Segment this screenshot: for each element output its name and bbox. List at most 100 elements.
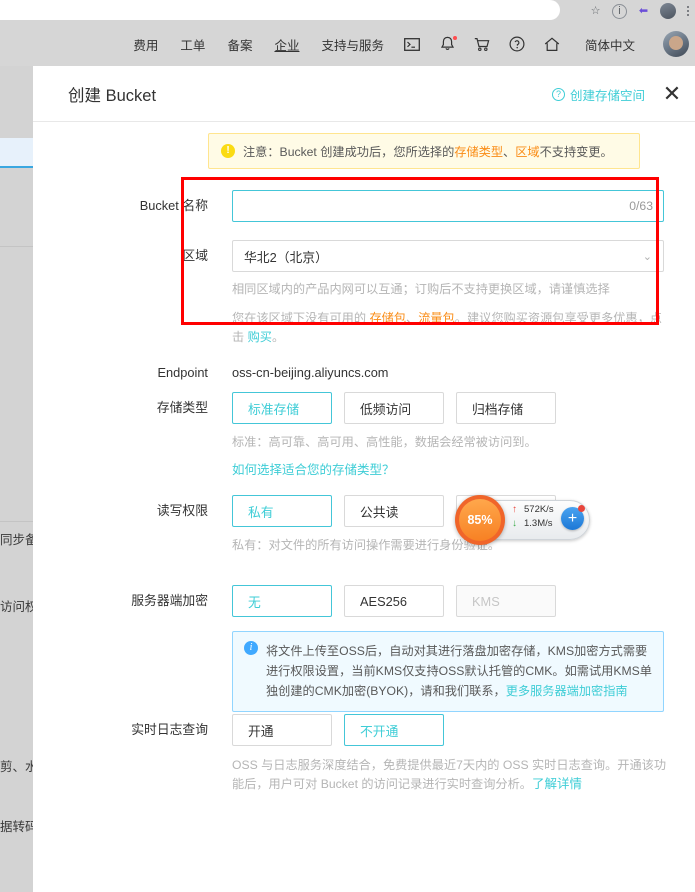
bucket-name-label: Bucket 名称 [139,198,208,213]
bell-icon[interactable] [439,35,457,53]
storage-class-option-standard[interactable]: 标准存储 [232,392,332,424]
bucket-name-counter: 0/63 [629,199,653,213]
sidebar-fragment-2: 访问权 [0,600,33,614]
endpoint-field: oss-cn-beijing.aliyuncs.com [232,360,388,380]
menu-icon[interactable] [685,4,691,19]
browser-icon-group: ☆ i ⬅ [588,0,691,22]
home-icon[interactable] [544,36,561,53]
page-title: 创建 Bucket [68,86,157,105]
storage-class-option-archive[interactable]: 归档存储 [456,392,556,424]
promo-mid: 、 [406,311,419,325]
chevron-down-icon: ⌄ [642,250,652,263]
screen: ☆ i ⬅ 费用 工单 备案 企业 支持与服务 简体中文 同步备 访问权 剪、水… [0,0,695,892]
nav-link-fees[interactable]: 费用 [133,35,158,54]
star-icon[interactable]: ☆ [588,4,603,19]
warning-mid: 、 [503,145,516,159]
close-icon[interactable]: ✕ [661,83,683,105]
storage-class-options: 标准存储 低频访问 归档存储 [232,392,672,424]
region-select[interactable]: 华北2（北京） ⌄ [232,240,664,272]
realtime-log-label: 实时日志查询 [131,722,208,737]
region-hint: 相同区域内的产品内网可以互通；订购后不支持更换区域，请谨慎选择 [232,282,610,296]
warning-suffix: 不支持变更。 [539,145,613,159]
encryption-option-kms: KMS [456,585,556,617]
user-avatar[interactable] [663,31,689,57]
encryption-label: 服务器端加密 [131,593,208,608]
realtime-log-hint: OSS 与日志服务深度结合，免费提供最近7天内的 OSS 实时日志查询。开通该功… [232,756,668,794]
storage-class-label: 存储类型 [156,400,208,415]
warning-icon: ! [221,144,235,158]
upload-arrow-icon: ↑ [512,504,517,515]
warning-em-region: 区域 [515,145,540,159]
warning-banner: ! 注意：Bucket 创建成功后，您所选择的存储类型、区域不支持变更。 [208,133,640,169]
promo-prefix: 您在该区域下没有可用的 [232,311,370,325]
nav-icon-group: 简体中文 [404,31,689,57]
realtime-log-hint-body: OSS 与日志服务深度结合，免费提供最近7天内的 OSS 实时日志查询。开通该功… [232,758,667,791]
acl-options: 私有 公共读 公共读写 [232,495,672,527]
field-row-endpoint: Endpoint oss-cn-beijing.aliyuncs.com [118,360,388,380]
bucket-name-input[interactable]: 0/63 [232,190,664,222]
storage-class-option-ia[interactable]: 低频访问 [344,392,444,424]
nav-link-enterprise[interactable]: 企业 [274,35,299,54]
download-rate-row: ↓ 1.3M/s [511,518,554,530]
extension-icon[interactable]: ⬅ [636,4,651,19]
storage-class-help-link[interactable]: 如何选择适合您的存储类型？ [232,459,395,478]
nav-link-tickets[interactable]: 工单 [180,35,205,54]
acl-hint: 私有：对文件的所有访问操作需要进行身份验证。 [232,538,501,552]
encryption-option-aes256[interactable]: AES256 [344,585,444,617]
profile-avatar[interactable] [660,3,676,19]
promo-buy-link[interactable]: 购买 [248,330,272,344]
download-rate-value: 1.3M/s [524,518,553,529]
nav-link-group: 费用 工单 备案 企业 支持与服务 [133,35,384,54]
plus-glyph: + [567,509,578,527]
info-circle-icon: i [244,641,258,655]
field-row-bucket-name: Bucket 名称 0/63 [118,190,664,222]
download-arrow-icon: ↓ [512,518,517,529]
help-icon[interactable] [509,36,526,53]
encryption-info-text: 将文件上传至OSS后，自动对其进行落盘加密存储，KMS加密方式需要进行权限设置，… [266,641,652,701]
acl-option-public-read[interactable]: 公共读 [344,495,444,527]
cpu-usage-ring[interactable]: 85% [455,495,505,545]
nav-link-icp[interactable]: 备案 [227,35,252,54]
add-button-icon[interactable]: + [561,505,585,530]
sidebar-fragment-1: 同步备 [0,533,33,547]
realtime-log-detail-link[interactable]: 了解详情 [532,777,582,791]
encryption-info-link[interactable]: 更多服务器端加密指南 [506,684,628,698]
acl-option-private[interactable]: 私有 [232,495,332,527]
promo-storage-pack: 存储包 [369,311,407,325]
address-bar[interactable] [0,0,560,20]
encryption-options: 无 AES256 KMS [232,585,664,617]
warning-em-storage-class: 存储类型 [454,145,504,159]
promo-traffic-pack: 流量包 [418,311,455,325]
encryption-info-box: i 将文件上传至OSS后，自动对其进行落盘加密存储，KMS加密方式需要进行权限设… [232,631,664,712]
network-speed-widget[interactable]: ↑ 572K/s ↓ 1.3M/s + 85% [455,495,590,545]
field-row-region: 区域 华北2（北京） ⌄ 相同区域内的产品内网可以互通；订购后不支持更换区域，请… [118,240,672,347]
warning-text: 注意：Bucket 创建成功后，您所选择的存储类型、区域不支持变更。 [243,142,613,160]
speed-rates: ↑ 572K/s ↓ 1.3M/s [511,504,554,530]
realtime-log-option-disable[interactable]: 不开通 [344,714,444,746]
info-icon[interactable]: i [612,3,627,19]
acl-label: 读写权限 [156,503,208,518]
acl-field: 私有 公共读 公共读写 私有：对文件的所有访问操作需要进行身份验证。 [232,495,672,555]
sidebar-fragment-4: 据转码 [0,820,33,834]
realtime-log-option-enable[interactable]: 开通 [232,714,332,746]
cpu-usage-value: 85% [459,499,501,541]
cart-icon[interactable] [474,36,491,53]
storage-class-field: 标准存储 低频访问 归档存储 标准：高可靠、高可用、高性能，数据会经常被访问到。… [232,392,672,479]
browser-toolbar: ☆ i ⬅ [0,0,695,22]
region-selected-value: 华北2（北京） [244,249,328,265]
field-row-realtime-log: 实时日志查询 开通 不开通 OSS 与日志服务深度结合，免费提供最近7天内的 O… [118,714,668,794]
language-selector[interactable]: 简体中文 [585,35,635,54]
field-row-storage-class: 存储类型 标准存储 低频访问 归档存储 标准：高可靠、高可用、高性能，数据会经常… [118,392,672,479]
encryption-field: 无 AES256 KMS i 将文件上传至OSS后，自动对其进行落盘加密存储，K… [232,585,664,712]
sidebar-selected-item [0,138,33,168]
plus-badge [578,505,585,512]
question-mark-icon: ? [551,87,565,101]
region-field: 华北2（北京） ⌄ 相同区域内的产品内网可以互通；订购后不支持更换区域，请谨慎选… [232,240,672,347]
nav-link-support[interactable]: 支持与服务 [321,35,384,54]
endpoint-value: oss-cn-beijing.aliyuncs.com [232,365,389,380]
bell-badge [452,35,457,40]
terminal-icon[interactable] [404,36,421,53]
create-bucket-help-link[interactable]: ? 创建存储空间 [551,85,645,104]
encryption-option-none[interactable]: 无 [232,585,332,617]
promo-end: 。 [271,330,285,344]
